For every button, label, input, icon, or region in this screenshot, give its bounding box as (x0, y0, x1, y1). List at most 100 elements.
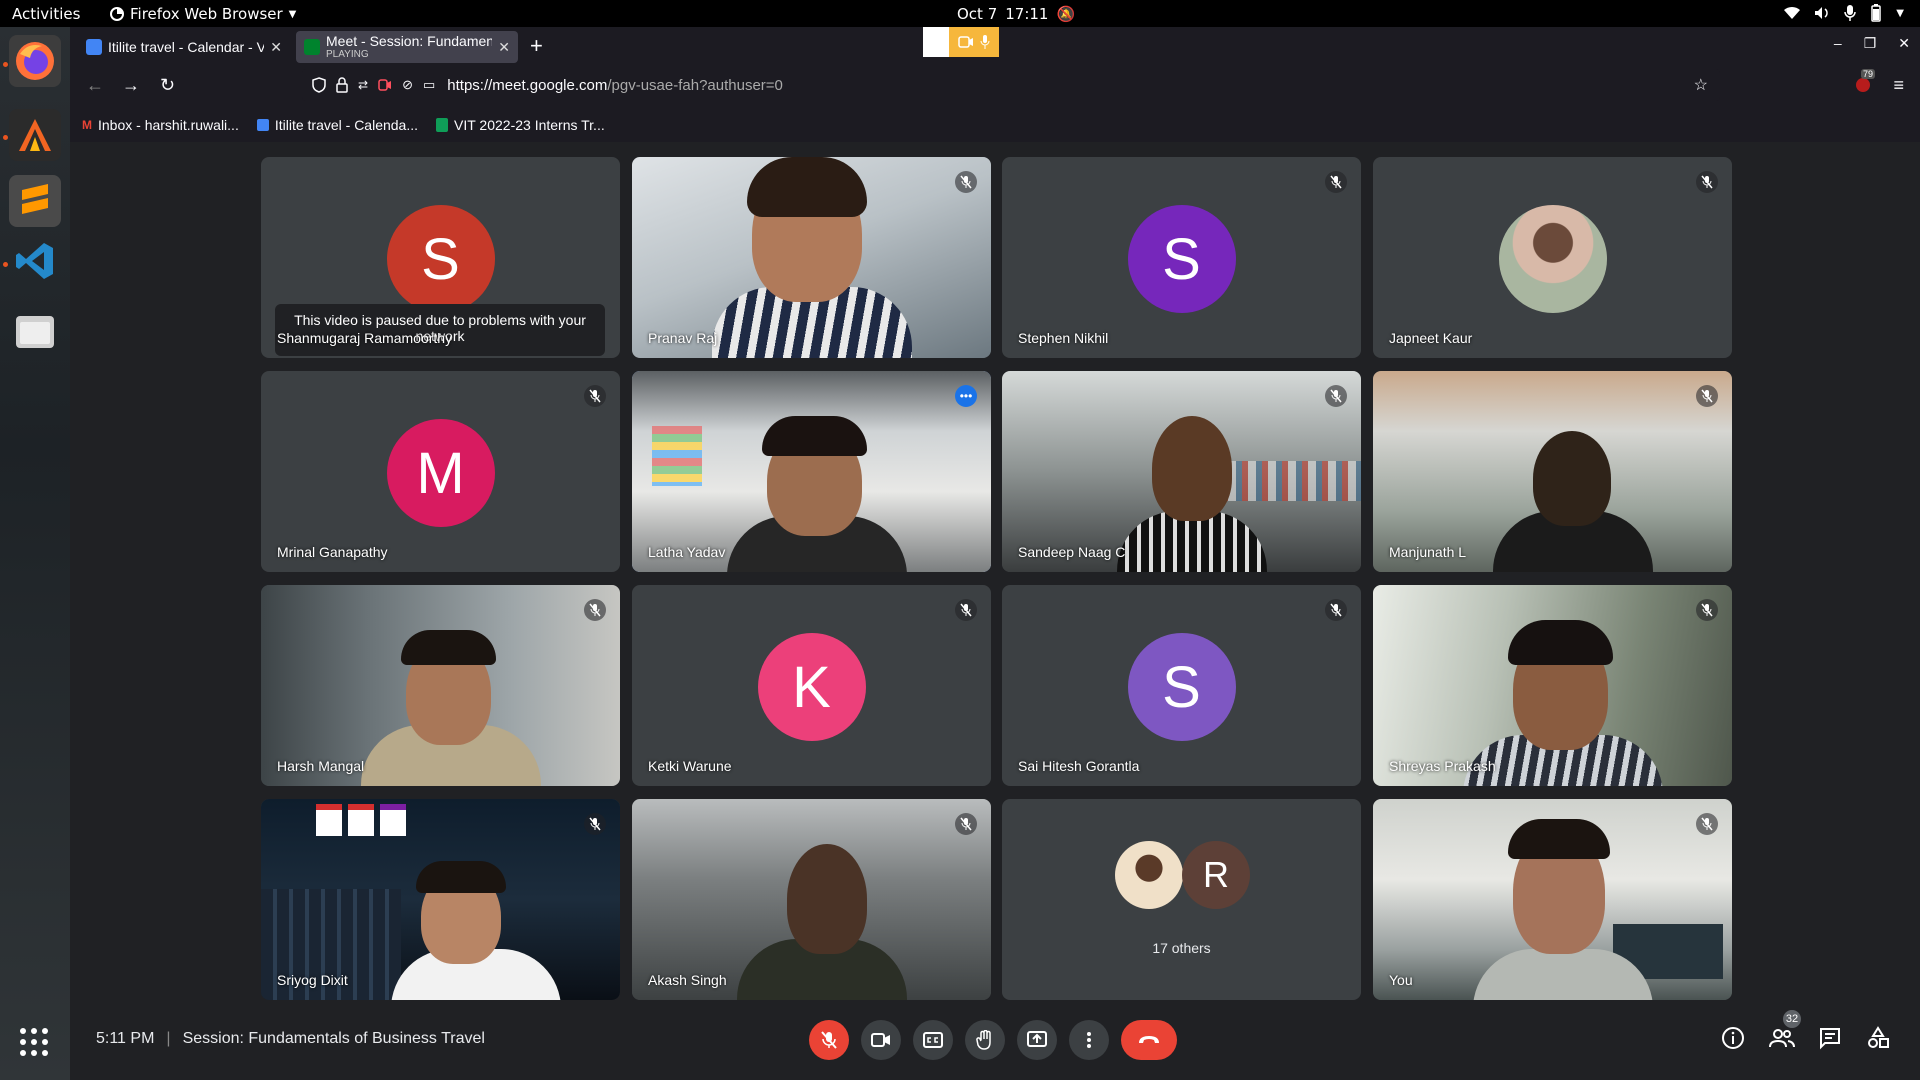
tab-calendar[interactable]: Itilite travel - Calendar - V ✕ (78, 31, 290, 63)
participant-tile[interactable]: Manjunath L (1373, 371, 1732, 572)
participant-tile[interactable]: Sandeep Naag C (1002, 371, 1361, 572)
participant-tile[interactable]: Harsh Mangal (261, 585, 620, 786)
files-launcher[interactable] (9, 305, 61, 357)
shapes-icon (1868, 1026, 1889, 1048)
bookmark-calendar[interactable]: Itilite travel - Calenda... (256, 117, 418, 133)
person-head (1152, 416, 1232, 521)
permissions-icon[interactable]: ⇄ (358, 78, 368, 92)
bookmarks-bar: M Inbox - harshit.ruwali... Itilite trave… (82, 107, 623, 142)
reader-view-icon[interactable]: ▭ (423, 77, 435, 93)
sublime-text-launcher[interactable] (9, 175, 61, 227)
app-menu[interactable]: Firefox Web Browser ▼ (110, 5, 296, 23)
participant-tile[interactable]: S Stephen Nikhil (1002, 157, 1361, 358)
more-options-button[interactable] (1069, 1020, 1109, 1060)
meet-favicon-icon (304, 39, 320, 55)
url-text[interactable]: https://meet.google.com/pgv-usae-fah?aut… (447, 77, 783, 94)
chevron-down-icon: ▼ (1896, 7, 1904, 19)
profile-photo (1498, 205, 1607, 313)
app-launcher-a[interactable] (9, 109, 61, 161)
back-icon[interactable]: ← (86, 75, 104, 96)
meeting-info-button[interactable] (1721, 1026, 1745, 1055)
vscode-icon (16, 243, 53, 279)
participant-tile-speaking[interactable]: ••• Latha Yadav (632, 371, 991, 572)
others-tile[interactable]: R 17 others (1002, 799, 1361, 1000)
mic-off-icon (821, 1031, 837, 1049)
tab-playing-label: PLAYING (326, 49, 369, 60)
microphone-icon (1844, 5, 1857, 21)
minimize-icon[interactable]: – (1834, 35, 1842, 52)
others-photo-avatar (1115, 841, 1183, 909)
extension-button[interactable]: 79 (1854, 69, 1876, 93)
clock[interactable]: Oct 7 17:11 🔕 (957, 5, 1075, 23)
sharing-icons (949, 27, 999, 57)
camera-active-icon[interactable] (378, 79, 392, 91)
office-background (1222, 461, 1361, 501)
shield-icon[interactable] (312, 77, 326, 93)
close-icon[interactable]: ✕ (1898, 35, 1910, 52)
folder-icon (16, 316, 54, 348)
activities-button[interactable]: Activities (12, 5, 80, 23)
avatar: K (757, 633, 866, 741)
sheets-icon (436, 117, 449, 132)
divider: | (166, 1030, 171, 1047)
close-tab-icon[interactable]: ✕ (270, 39, 282, 56)
participant-name: Latha Yadav (648, 544, 726, 560)
leave-call-button[interactable] (1121, 1020, 1177, 1060)
lock-icon[interactable] (336, 77, 348, 93)
present-button[interactable] (1017, 1020, 1057, 1060)
hair (762, 416, 867, 456)
show-applications-button[interactable] (14, 1022, 54, 1062)
restore-icon[interactable]: ❐ (1864, 35, 1877, 52)
participant-tile[interactable]: M Mrinal Ganapathy (261, 371, 620, 572)
tab-text: Meet - Session: Fundamen PLAYING (326, 34, 492, 60)
hand-icon (976, 1030, 991, 1050)
chat-button[interactable] (1818, 1026, 1842, 1055)
bookmark-inbox[interactable]: M Inbox - harshit.ruwali... (82, 117, 239, 133)
participant-tile[interactable]: S Sai Hitesh Gorantla (1002, 585, 1361, 786)
nav-bar: ← → ↻ ⇄ ⊘ ▭ https://meet.google.com/pgv-… (70, 65, 1920, 107)
tab-title: Meet - Session: Fundamen (326, 34, 493, 49)
menu-icon[interactable]: ≡ (1893, 75, 1904, 96)
time: 17:11 (1005, 5, 1049, 23)
more-options-icon[interactable]: ••• (955, 385, 977, 407)
video-feed (261, 585, 620, 786)
participant-tile[interactable]: Sriyog Dixit (261, 799, 620, 1000)
sharing-drag-handle[interactable] (923, 27, 949, 57)
mic-off-icon (1696, 599, 1718, 621)
participant-tile[interactable]: Akash Singh (632, 799, 991, 1000)
participant-tile[interactable]: Pranav Raj (632, 157, 991, 358)
hang-up-icon (1139, 1036, 1159, 1043)
url-bar[interactable]: ⇄ ⊘ ▭ https://meet.google.com/pgv-usae-f… (302, 69, 1720, 101)
raise-hand-button[interactable] (965, 1020, 1005, 1060)
self-tile[interactable]: You (1373, 799, 1732, 1000)
vscode-launcher[interactable] (9, 235, 61, 287)
new-tab-button[interactable]: + (530, 33, 543, 59)
autoplay-blocked-icon[interactable]: ⊘ (402, 77, 413, 93)
participant-tile[interactable]: S This video is paused due to problems w… (261, 157, 620, 358)
people-count-badge: 32 (1783, 1010, 1801, 1028)
mic-off-icon (584, 813, 606, 835)
firefox-launcher[interactable] (9, 35, 61, 87)
forward-icon[interactable]: → (122, 75, 140, 96)
sharing-indicator[interactable] (923, 27, 999, 57)
activities-button[interactable] (1866, 1026, 1890, 1055)
participant-name: Shreyas Prakash (1389, 758, 1496, 774)
video-feed (1373, 799, 1732, 1000)
participant-tile[interactable]: Japneet Kaur (1373, 157, 1732, 358)
system-tray[interactable]: ▼ (1784, 4, 1904, 22)
people-button[interactable]: 32 (1769, 1010, 1801, 1055)
bookmark-star-icon[interactable]: ☆ (1694, 75, 1708, 95)
captions-icon (923, 1032, 943, 1048)
tab-meet[interactable]: Meet - Session: Fundamen PLAYING ✕ (296, 31, 518, 63)
participant-tile[interactable]: K Ketki Warune (632, 585, 991, 786)
captions-button[interactable] (913, 1020, 953, 1060)
camera-toggle-button[interactable] (861, 1020, 901, 1060)
tab-strip: Itilite travel - Calendar - V ✕ Meet - S… (70, 27, 1920, 65)
reload-icon[interactable]: ↻ (160, 75, 175, 96)
hair (401, 630, 496, 665)
bookmark-sheet[interactable]: VIT 2022-23 Interns Tr... (436, 117, 605, 133)
others-count: 17 others (1152, 940, 1211, 956)
participant-tile[interactable]: Shreyas Prakash (1373, 585, 1732, 786)
close-tab-icon[interactable]: ✕ (498, 39, 510, 56)
mic-toggle-button[interactable] (809, 1020, 849, 1060)
